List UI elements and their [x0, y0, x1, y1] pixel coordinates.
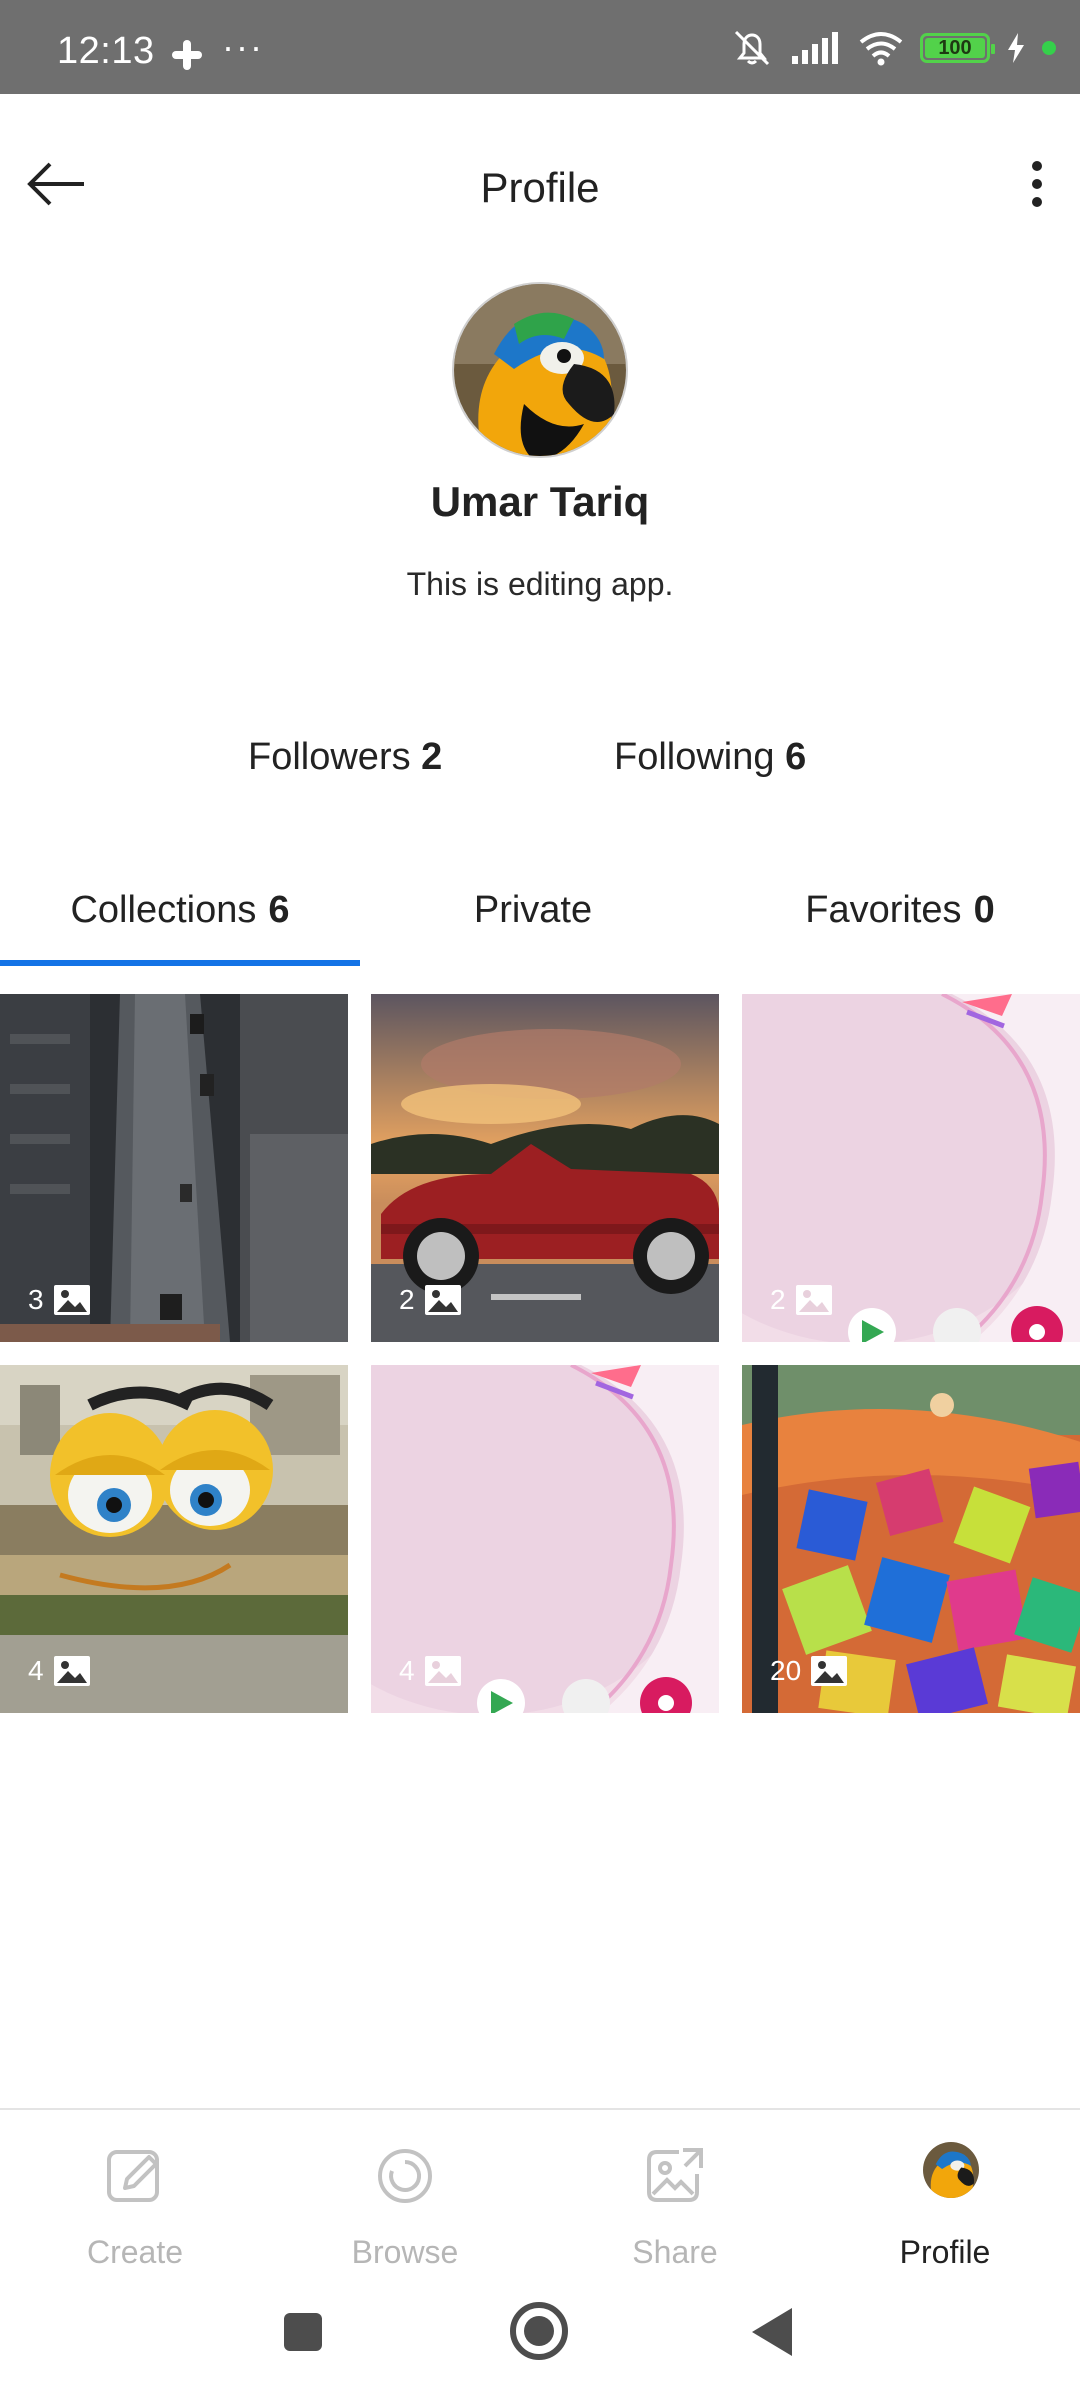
collection-tile[interactable]: 3	[0, 994, 348, 1342]
nav-browse[interactable]: Browse	[270, 2110, 540, 2280]
followers-label: Followers	[248, 736, 411, 778]
image-icon	[53, 1285, 90, 1315]
status-icons: 100	[730, 28, 1056, 68]
image-icon	[53, 1656, 90, 1686]
page-title: Profile	[480, 164, 600, 211]
collection-count-badge: 2	[399, 1284, 461, 1316]
charging-icon	[1008, 33, 1024, 63]
image-icon	[811, 1656, 848, 1686]
nav-share[interactable]: Share	[540, 2110, 810, 2280]
collection-count-badge: 2	[770, 1284, 832, 1316]
collection-count: 4	[399, 1655, 415, 1686]
collection-tile[interactable]: 20	[742, 1365, 1080, 1713]
avatar[interactable]	[452, 282, 628, 458]
privacy-indicator	[1042, 41, 1056, 55]
tab-collections[interactable]: Collections 6	[0, 860, 360, 960]
active-tab-indicator	[0, 960, 360, 966]
tab-private[interactable]: Private	[360, 860, 706, 960]
status-bar: 12:13 ··· 100	[0, 0, 1080, 94]
status-time: 12:13	[57, 30, 155, 72]
collection-count: 3	[28, 1284, 44, 1315]
back-button[interactable]	[752, 2308, 792, 2356]
nav-profile[interactable]: Profile	[810, 2110, 1080, 2280]
more-notifications-icon: ···	[222, 26, 264, 67]
image-icon	[424, 1656, 461, 1686]
tab-favorites[interactable]: Favorites 0	[720, 860, 1080, 960]
battery-icon: 100	[920, 33, 995, 63]
profile-bio: This is editing app.	[406, 566, 674, 602]
tab-count: 0	[973, 888, 995, 931]
collection-count: 20	[770, 1655, 802, 1686]
followers-count: 2	[421, 736, 443, 778]
pencil-icon	[107, 2150, 159, 2202]
profile-name: Umar Tariq	[430, 478, 650, 525]
nav-label: Browse	[351, 2234, 459, 2270]
slack-icon	[172, 40, 202, 70]
nav-label: Profile	[899, 2234, 991, 2270]
wifi-icon	[859, 32, 903, 66]
recents-button[interactable]	[284, 2313, 322, 2351]
nav-label: Create	[86, 2234, 184, 2270]
collection-tile[interactable]: 2	[371, 994, 719, 1342]
following-label: Following	[614, 736, 775, 778]
image-icon	[795, 1285, 832, 1315]
following-stat[interactable]: Following 6	[614, 736, 806, 779]
bottom-navigation: Create Browse Share Profile	[0, 2108, 1080, 2278]
collection-count-badge: 20	[770, 1655, 848, 1687]
tab-label: Collections	[70, 888, 257, 931]
tab-label: Favorites	[805, 888, 962, 931]
following-count: 6	[785, 736, 807, 778]
collection-tile[interactable]: 4	[371, 1365, 719, 1713]
share-icon	[647, 2148, 703, 2202]
collection-count: 2	[770, 1284, 786, 1315]
signal-icon	[792, 32, 838, 64]
collection-count-badge: 4	[28, 1655, 90, 1687]
collection-tile[interactable]: 4	[0, 1365, 348, 1713]
collection-tile[interactable]: 2	[742, 994, 1080, 1342]
browse-icon	[378, 2149, 432, 2203]
collection-count-badge: 4	[399, 1655, 461, 1687]
more-vertical-icon[interactable]	[1012, 149, 1062, 219]
collection-count: 4	[28, 1655, 44, 1686]
image-icon	[424, 1285, 461, 1315]
mute-icon	[734, 30, 770, 66]
system-navigation	[0, 2278, 1080, 2400]
app-bar: Profile	[0, 94, 1080, 284]
tab-count: 6	[268, 888, 290, 931]
collection-count: 2	[399, 1284, 415, 1315]
collection-count-badge: 3	[28, 1284, 90, 1316]
nav-create[interactable]: Create	[0, 2110, 270, 2280]
nav-label: Share	[632, 2234, 718, 2270]
profile-tabs: Collections 6 Private Favorites 0	[0, 860, 1080, 966]
home-button[interactable]	[510, 2302, 568, 2360]
tab-label: Private	[473, 888, 593, 931]
avatar	[923, 2142, 979, 2198]
followers-stat[interactable]: Followers 2	[248, 736, 442, 779]
